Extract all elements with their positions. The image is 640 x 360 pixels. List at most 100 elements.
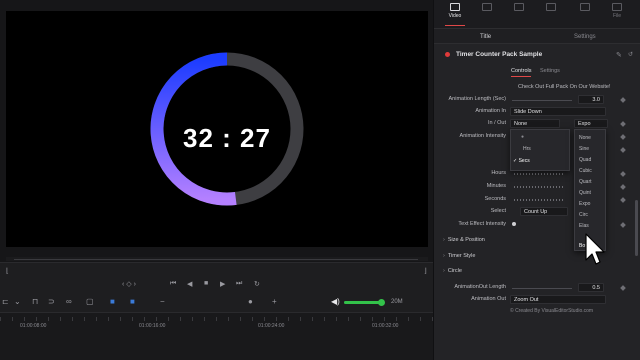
easing-cubic[interactable]: Cubic <box>579 168 592 174</box>
easing-circ[interactable]: Circ <box>579 212 588 218</box>
effect-header[interactable]: Timer Counter Pack Sample ✎ ↺ <box>434 48 640 62</box>
easing-quad[interactable]: Quad <box>579 157 591 163</box>
animation-intensity-label: Animation Intensity <box>459 133 506 139</box>
animation-out-length-label: AnimationOut Length <box>454 284 506 290</box>
effects-icon <box>514 3 524 11</box>
menu-item-secs-label: Secs <box>518 158 530 164</box>
zoom-out-icon[interactable]: − <box>160 297 165 306</box>
marker-icon[interactable]: ■ <box>130 297 135 306</box>
tab-controls[interactable]: Controls <box>511 68 532 77</box>
menu-item-hrs[interactable]: Hrs <box>523 146 531 152</box>
play-icon[interactable]: ▶ <box>220 280 225 288</box>
timecode-3: 01:00:24:00 <box>258 323 285 329</box>
magnet-icon[interactable]: ⊃ <box>48 297 55 306</box>
animation-length-slider[interactable] <box>512 100 572 101</box>
speaker-icon[interactable]: ◀) <box>331 297 340 306</box>
easing-dropdown[interactable]: Expo <box>574 119 608 128</box>
zoom-in-icon[interactable]: + <box>272 297 277 306</box>
easing-quint[interactable]: Quint <box>579 190 591 196</box>
easing-none[interactable]: None <box>579 135 591 141</box>
tab-transition[interactable] <box>536 3 566 13</box>
hours-slider[interactable] <box>514 173 564 175</box>
tab-effects[interactable] <box>504 3 534 13</box>
mouse-cursor-icon <box>585 233 605 265</box>
volume-knob[interactable] <box>378 299 385 306</box>
tab-file[interactable]: File <box>602 3 632 19</box>
keyframe-icon[interactable] <box>620 184 626 190</box>
menu-item-secs[interactable]: ✓ Secs <box>513 158 530 164</box>
keyframe-icon[interactable] <box>620 147 626 153</box>
text-effect-knob[interactable] <box>512 222 516 226</box>
timeline-ruler[interactable]: 01:00:08:00 01:00:16:00 01:00:24:00 01:0… <box>0 312 433 360</box>
select-label: Select <box>490 208 506 214</box>
reset-icon[interactable]: ↺ <box>628 51 633 58</box>
animation-in-dropdown[interactable]: Slide Down <box>510 107 606 116</box>
menu-item-blank[interactable]: ● <box>521 134 524 140</box>
units-menu[interactable]: ● Hrs ✓ Secs <box>510 129 570 171</box>
volume-fill <box>344 301 382 304</box>
section-timer-style[interactable]: › Timer Style <box>443 253 475 259</box>
timecode-1: 01:00:08:00 <box>20 323 47 329</box>
easing-expo[interactable]: Expo <box>579 201 590 207</box>
enable-toggle-icon[interactable] <box>445 52 450 57</box>
snap-icon[interactable]: ⊓ <box>32 297 38 306</box>
reverse-icon[interactable]: ◀ <box>187 280 192 288</box>
keyframe-icon[interactable] <box>620 134 626 140</box>
edit-icon[interactable]: ✎ <box>616 51 622 59</box>
go-to-start-icon[interactable]: ⏮ <box>170 280 176 288</box>
subtab-settings[interactable]: Settings <box>574 34 596 40</box>
chevron-right-icon: › <box>443 237 445 243</box>
video-frame[interactable]: 32 : 27 <box>6 11 428 247</box>
section-circle-label: Circle <box>447 268 462 274</box>
section-circle[interactable]: › Circle <box>443 268 462 274</box>
in-point-icon[interactable]: ⌊ <box>6 267 9 275</box>
animation-out-length-slider[interactable] <box>512 288 572 289</box>
minutes-slider[interactable] <box>514 186 564 188</box>
link-icon[interactable]: ∞ <box>66 297 72 306</box>
animation-out-dropdown[interactable]: Zoom Out <box>510 295 606 304</box>
keyframe-icon[interactable] <box>620 285 626 291</box>
keyframe-icon[interactable] <box>620 222 626 228</box>
flag-icon[interactable]: ■ <box>110 297 115 306</box>
tab-image[interactable] <box>570 3 600 13</box>
keyframe-icon[interactable] <box>620 121 626 127</box>
volume-slider[interactable] <box>344 299 385 306</box>
chevron-right-icon: › <box>443 253 445 259</box>
minutes-label: Minutes <box>486 183 506 189</box>
dropdown-icon[interactable]: ⌄ <box>14 297 21 306</box>
layout-icon[interactable]: ⊏ <box>2 297 9 306</box>
in-out-dropdown[interactable]: None <box>510 119 560 128</box>
tab-audio[interactable] <box>472 3 502 13</box>
select-dropdown[interactable]: Count Up <box>520 207 568 216</box>
easing-quart[interactable]: Quart <box>579 179 592 185</box>
viewer-scrubber[interactable] <box>6 257 428 261</box>
timecode-4: 01:00:32:00 <box>372 323 399 329</box>
easing-sine[interactable]: Sine <box>579 146 589 152</box>
keyframe-icon[interactable] <box>620 171 626 177</box>
inspector-scrollbar[interactable] <box>635 200 638 256</box>
tab-video[interactable]: Video <box>440 3 470 19</box>
easing-elas[interactable]: Elas <box>579 223 589 229</box>
out-point-icon[interactable]: ⌋ <box>424 267 427 275</box>
section-timer-style-label: Timer Style <box>447 253 476 259</box>
ruler-ticks <box>0 317 433 321</box>
in-out-label: In / Out <box>487 120 506 126</box>
animation-out-length-field[interactable]: 0.5 <box>578 283 604 292</box>
go-to-end-icon[interactable]: ⏭ <box>236 280 242 288</box>
section-size-position[interactable]: › Size & Position <box>443 237 485 243</box>
lock-icon[interactable]: ▢ <box>86 297 94 306</box>
stop-icon[interactable]: ■ <box>204 280 208 287</box>
tab-fx-settings[interactable]: Settings <box>540 68 560 74</box>
animation-in-label: Animation In <box>475 108 506 114</box>
subtab-title[interactable]: Title <box>480 34 491 40</box>
jog-icon[interactable]: ‹ ◇ › <box>122 280 136 288</box>
seconds-slider[interactable] <box>514 199 564 201</box>
credit-text: © Created By VisualEditorStudio.com <box>510 308 594 314</box>
animation-length-field[interactable]: 3.0 <box>578 95 604 104</box>
timeline-toolbar: ⊏ ⌄ ⊓ ⊃ ∞ ▢ ■ ■ − ● + ◀) 20M <box>0 292 433 312</box>
keyframe-icon[interactable] <box>620 97 626 103</box>
zoom-knob-icon[interactable]: ● <box>248 297 253 306</box>
keyframe-icon[interactable] <box>620 197 626 203</box>
loop-icon[interactable]: ↻ <box>254 280 260 288</box>
timecode-2: 01:00:16:00 <box>139 323 166 329</box>
